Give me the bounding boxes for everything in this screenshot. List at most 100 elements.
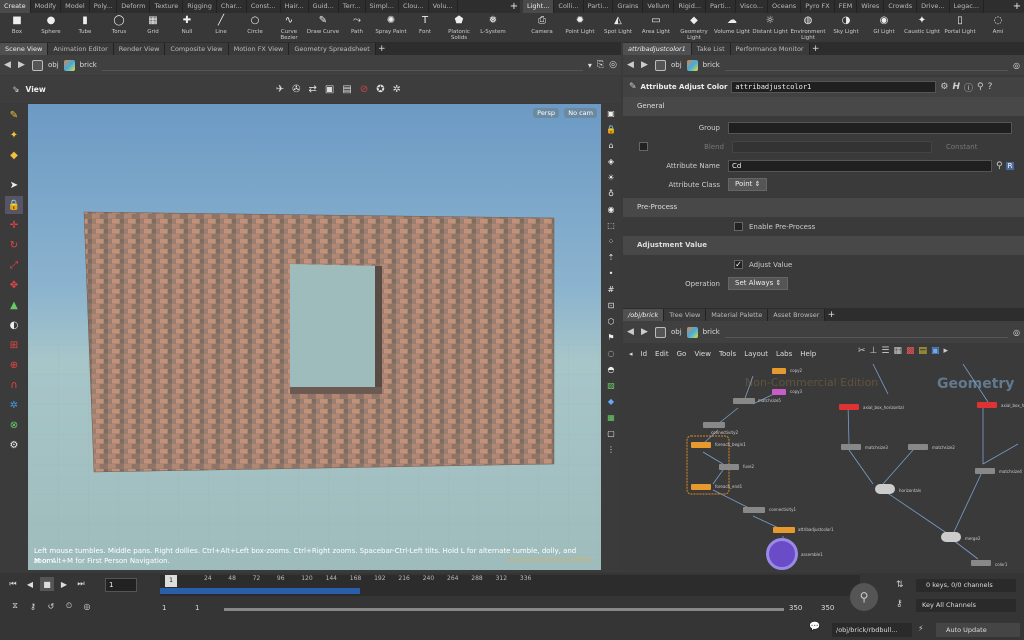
shelf-tab-5[interactable]: Texture [150,0,184,13]
shelf-tab-3[interactable]: Poly... [90,0,118,13]
net-menu-arrow-icon[interactable]: ◂ [629,350,633,358]
select-icon[interactable]: ✎ [5,106,23,124]
param-path-brick[interactable]: brick [703,61,720,69]
node-foreach-end1[interactable] [691,484,711,490]
net-tab-2[interactable]: Material Palette [706,309,769,321]
toggle-icon[interactable]: ⇄ [309,84,317,95]
net-path-obj[interactable]: obj [671,328,682,336]
shelf-tab-6[interactable]: Rigging [183,0,217,13]
blend-checkbox[interactable] [639,142,648,151]
node-axial-box-horizontal[interactable] [839,404,859,410]
play-reverse-icon[interactable]: ◀ [23,577,37,591]
right-tool-4[interactable]: ◆ Geometry Light [675,13,713,42]
select-prims-icon[interactable]: ◆ [5,146,23,164]
lock-camera-icon[interactable]: 🔒 [604,122,618,136]
snap-point-icon[interactable]: ⊕ [5,356,23,374]
left-tool-4[interactable]: ▦ Grid [136,13,170,42]
snap-grid-icon[interactable]: ⊞ [5,336,23,354]
persp-menu[interactable]: Persp [533,108,559,118]
scene-tab-4[interactable]: Motion FX View [228,43,290,55]
node-horizontals[interactable] [875,484,895,494]
add-shelf-tab-button[interactable]: + [507,0,521,13]
node-matchsize2[interactable] [908,444,928,450]
safe-area-icon[interactable]: ▢ [604,426,618,440]
param-tab-2[interactable]: Performance Monitor [730,43,810,55]
question-icon[interactable]: ? [988,82,993,92]
dot-icon[interactable]: • [604,266,618,280]
normals-icon[interactable]: ⇡ [604,250,618,264]
link-icon[interactable]: ◎ [609,60,617,70]
section-adjust[interactable]: Adjustment Value [623,236,1024,255]
move-icon[interactable]: ✛ [5,216,23,234]
first-frame-icon[interactable]: ⏮ [6,577,20,591]
net-more-icon[interactable]: ▸ [944,346,949,356]
play-forward-icon[interactable]: ▶ [57,577,71,591]
node-connectivity2[interactable] [703,422,725,428]
scene-tab-3[interactable]: Composite View [165,43,229,55]
scene-add-tab-button[interactable]: + [376,43,388,55]
section-preprocess[interactable]: Pre-Process [623,198,1024,217]
attr-pin-icon[interactable]: ⚲ [996,161,1003,171]
snapshot-icon[interactable]: ▣ [325,84,334,95]
shelf-tab-12[interactable]: Simpl... [366,0,399,13]
node-color1[interactable] [971,560,991,566]
right-tool-9[interactable]: ◉ GI Light [865,13,903,42]
channel-icon[interactable]: ⇅ [896,580,904,590]
shelf-tab-right-6[interactable]: Parti... [706,0,736,13]
display-options-icon[interactable]: ▣ [604,106,618,120]
camera-icon-left[interactable]: ⚙ [5,436,23,454]
grid-view-icon[interactable]: ▦ [893,346,902,356]
node-matchsize4[interactable] [975,468,995,474]
shading-icon[interactable]: ◉ [604,202,618,216]
attr-name-field[interactable]: Cd [728,159,992,172]
stop-icon[interactable]: ■ [40,577,54,591]
node-fuse2[interactable] [719,464,739,470]
param-add-tab-button[interactable]: + [810,43,822,55]
node-connectivity1[interactable] [743,507,765,513]
shelf-tab-right-14[interactable]: Legac... [950,0,985,13]
node-foreach-begin1[interactable] [691,442,711,448]
left-tool-9[interactable]: ✎ Draw Curve [306,13,340,42]
node-name-field[interactable]: attribadjustcolor1 [731,81,937,93]
gear-icon[interactable]: ⚙ [940,82,948,92]
shelf-tab-right-7[interactable]: Visco... [736,0,769,13]
shelf-tab-right-9[interactable]: Pyro FX [801,0,835,13]
frame-icon[interactable]: ◈ [604,154,618,168]
magnet-icon[interactable]: ∩ [5,376,23,394]
scene-tab-0[interactable]: Scene View [0,43,49,55]
realtime-icon[interactable]: ⏲ [62,599,76,613]
node-copy3[interactable] [772,389,786,395]
range-start-2[interactable]: 1 [195,604,199,612]
visualize-icon[interactable]: ⚑ [604,330,618,344]
scope-icon[interactable]: ⚲ [850,583,878,611]
shelf-tab-4[interactable]: Deform [117,0,151,13]
shelf-tab-8[interactable]: Const... [247,0,281,13]
hull-icon[interactable]: ⬡ [604,314,618,328]
hide-icon[interactable]: ◓ [604,362,618,376]
last-frame-icon[interactable]: ⏭ [74,577,88,591]
left-tool-11[interactable]: ✺ Spray Paint [374,13,408,42]
scene-viewport[interactable]: Persp No cam Left mouse tumbles. Middle … [28,104,601,570]
node-matchsize5[interactable] [733,398,755,404]
right-tool-11[interactable]: ▯ Portal Light [941,13,979,42]
param-pin-icon[interactable]: ◎ [1013,61,1020,70]
blend-mode[interactable]: Constant [946,143,977,151]
pin-icon[interactable]: ⎘ [597,60,604,70]
range-slider[interactable] [224,608,784,611]
node-merge2[interactable] [941,532,961,542]
left-tool-14[interactable]: ❅ L-System [476,13,510,42]
right-tool-3[interactable]: ▭ Area Light [637,13,675,42]
r-button[interactable]: R [1005,161,1015,170]
shelf-tab-0[interactable]: Create [0,0,31,13]
left-tool-10[interactable]: ⤳ Path [340,13,374,42]
node-matchsize3[interactable] [841,444,861,450]
points-icon[interactable]: ⁘ [604,234,618,248]
net-tab-3[interactable]: Asset Browser [768,309,826,321]
light-icon[interactable]: ☀ [604,170,618,184]
ghost-other-icon[interactable]: ◌ [604,346,618,360]
scale-icon[interactable]: ⤢ [5,256,23,274]
net-menu-2[interactable]: Go [677,350,687,358]
right-tool-12[interactable]: ◌ Ami [979,13,1017,42]
tree-icon[interactable]: ⊥ [870,346,878,356]
shelf-tab-right-13[interactable]: Drive... [917,0,950,13]
